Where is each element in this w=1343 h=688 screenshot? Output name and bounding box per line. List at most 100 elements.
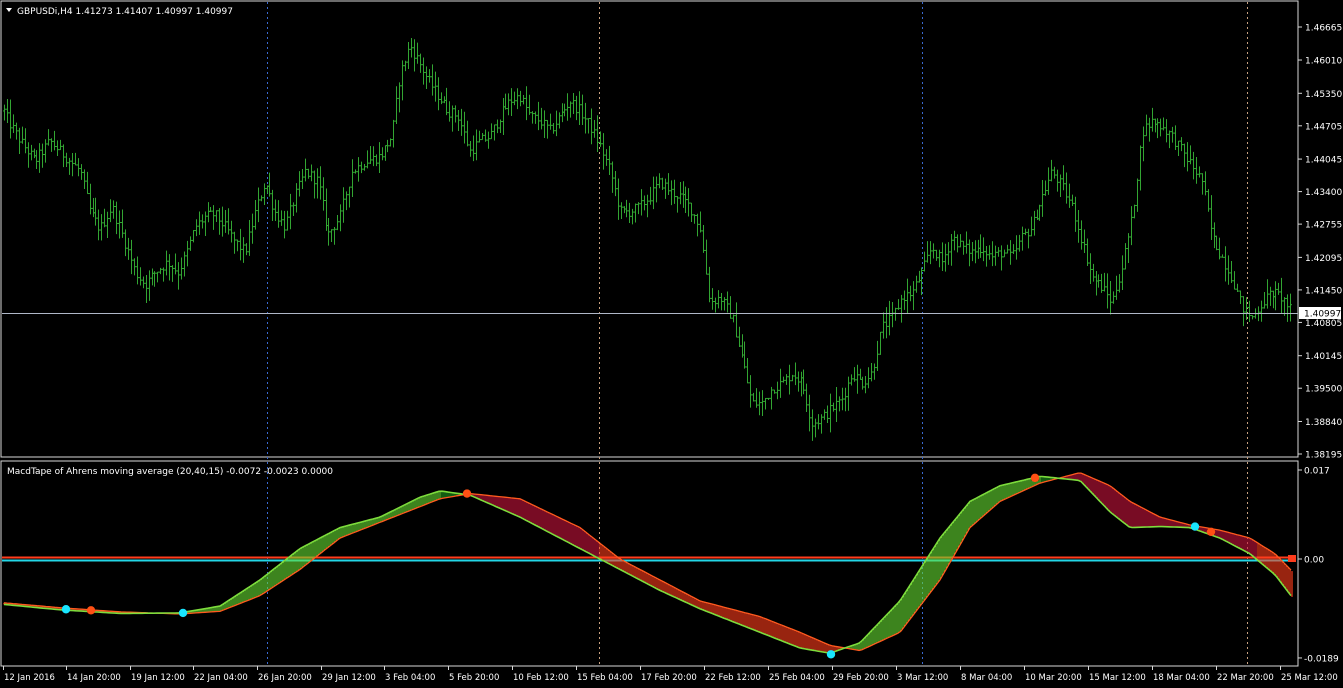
- time-tick-label: 22 Feb 12:00: [705, 673, 761, 683]
- ohlc-bar: [1065, 172, 1068, 204]
- ohlc-bar: [454, 105, 457, 123]
- ohlc-bar: [386, 139, 389, 153]
- ohlc-bar: [195, 219, 198, 237]
- ohlc-bar: [525, 86, 528, 121]
- ohlc-bar: [218, 208, 221, 235]
- ohlc-bar: [304, 158, 307, 182]
- period-separators: [267, 2, 1248, 665]
- ohlc-bar: [1272, 290, 1275, 309]
- ohlc-bar: [153, 271, 156, 287]
- mt4-chart-window[interactable]: GBPUSDi,H4 1.41273 1.41407 1.40997 1.409…: [0, 0, 1343, 688]
- ohlc-bar: [156, 271, 159, 283]
- ohlc-bar: [549, 113, 552, 130]
- dropdown-triangle-icon[interactable]: [6, 8, 12, 12]
- time-tick-label: 8 Mar 04:00: [961, 673, 1012, 683]
- ohlc-bar: [86, 171, 89, 195]
- ohlc-bar: [873, 363, 876, 380]
- ohlc-bar: [929, 241, 932, 265]
- ohlc-bar: [348, 186, 351, 208]
- ohlc-bar: [534, 111, 537, 124]
- zero-marker: [1288, 555, 1296, 562]
- ohlc-bar: [233, 231, 236, 254]
- ohlc-bar: [726, 291, 729, 313]
- ohlc-bar: [345, 191, 348, 211]
- ohlc-bar: [1207, 189, 1210, 212]
- time-tick-label: 15 Feb 04:00: [577, 673, 633, 683]
- ohlc-bar: [490, 123, 493, 140]
- ohlc-bar: [631, 208, 634, 225]
- ohlc-bar: [384, 145, 387, 161]
- ohlc-bar: [620, 202, 623, 219]
- ohlc-bar: [808, 394, 811, 432]
- ohlc-bar: [797, 371, 800, 392]
- ohlc-bar: [1103, 272, 1106, 292]
- ohlc-bar: [83, 169, 86, 189]
- ohlc-bar: [174, 253, 177, 275]
- main-panel-frame: [0, 0, 1299, 458]
- ohlc-bar: [97, 209, 100, 241]
- ohlc-bar: [729, 296, 732, 319]
- ohlc-bar: [121, 209, 124, 238]
- ohlc-bar: [705, 239, 708, 275]
- ohlc-bar: [985, 246, 988, 267]
- ohlc-bar: [1242, 296, 1245, 327]
- ohlc-bar: [313, 170, 316, 199]
- ohlc-bar: [437, 77, 440, 111]
- ohlc-bar: [1077, 210, 1080, 243]
- ohlc-bar: [979, 234, 982, 258]
- macd-tape: [2, 472, 1296, 659]
- ohlc-bar: [608, 145, 611, 176]
- ohlc-bar: [24, 128, 27, 154]
- ohlc-bar: [1227, 255, 1230, 285]
- time-tick-label: 19 Jan 12:00: [131, 673, 185, 683]
- ohlc-bar: [670, 180, 673, 206]
- bullish-cross-dot: [826, 650, 836, 659]
- ohlc-bar: [1204, 171, 1207, 196]
- ohlc-bar: [50, 138, 53, 152]
- ohlc-bar: [658, 173, 661, 189]
- time-tick-label: 26 Jan 20:00: [258, 673, 312, 683]
- ohlc-bar: [965, 231, 968, 254]
- ohlc-bar: [802, 369, 805, 395]
- ohlc-bar: [1136, 178, 1139, 212]
- ohlc-bar: [1251, 314, 1254, 320]
- ohlc-bar: [832, 402, 835, 412]
- ohlc-bar: [1274, 281, 1277, 311]
- ohlc-bar: [977, 239, 980, 259]
- ohlc-bar: [646, 194, 649, 218]
- ohlc-bar: [366, 150, 369, 169]
- ohlc-bar: [953, 230, 956, 251]
- ohlc-bar: [900, 294, 903, 323]
- ohlc-bar: [292, 202, 295, 216]
- ohlc-bar: [74, 152, 77, 166]
- ohlc-bar: [92, 198, 95, 218]
- ohlc-bar: [389, 138, 392, 147]
- ohlc-bar: [1201, 173, 1204, 195]
- ohlc-bar: [1092, 263, 1095, 282]
- ohlc-bar: [395, 86, 398, 124]
- ohlc-bar: [593, 119, 596, 138]
- ohlc-bar: [652, 176, 655, 210]
- ohlc-bar: [687, 188, 690, 217]
- ohlc-bar: [115, 201, 118, 235]
- ohlc-bar: [1151, 107, 1154, 132]
- price-tick-label: 1.43400: [1305, 188, 1342, 198]
- ohlc-bar: [457, 110, 460, 131]
- ohlc-bar: [280, 210, 283, 226]
- ohlc-bar: [112, 200, 115, 219]
- ohlc-bar: [192, 230, 195, 243]
- price-tick-label: 1.44705: [1305, 122, 1342, 132]
- ohlc-bar: [584, 102, 587, 134]
- ohlc-bar: [1186, 142, 1189, 172]
- ohlc-bar: [236, 239, 239, 252]
- ohlc-bar: [1097, 274, 1100, 288]
- price-tick-label: 1.40805: [1305, 319, 1342, 329]
- ohlc-bar: [605, 149, 608, 166]
- ohlc-bar: [1154, 118, 1157, 133]
- ohlc-bar: [655, 176, 658, 203]
- time-tick-label: 10 Mar 20:00: [1025, 673, 1082, 683]
- ohlc-bar: [209, 207, 212, 213]
- ohlc-bar: [782, 376, 785, 383]
- ohlc-bar: [177, 262, 180, 290]
- ohlc-bar: [283, 210, 286, 239]
